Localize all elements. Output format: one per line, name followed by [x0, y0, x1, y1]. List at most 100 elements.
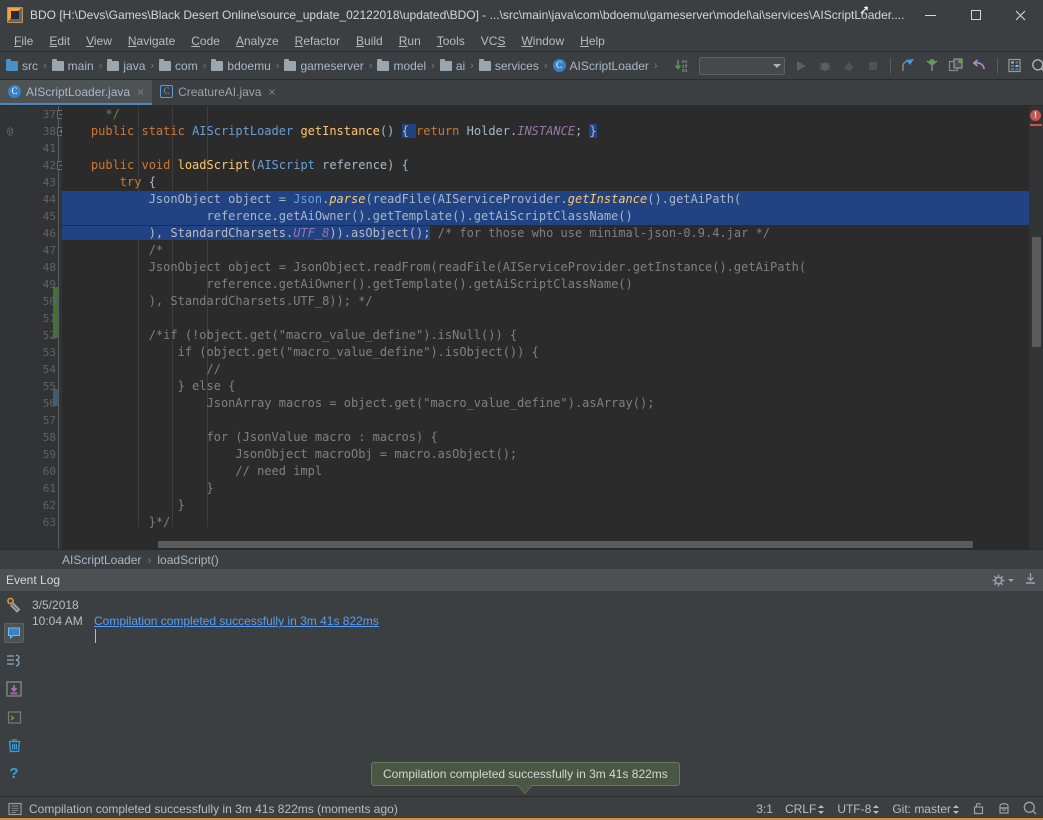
gutter-line-45[interactable]: 45 [0, 208, 62, 225]
code-line-51[interactable] [62, 310, 1029, 327]
menu-item-analyze[interactable]: Analyze [228, 31, 287, 51]
breadcrumb-item-bdoemu[interactable]: bdoemu [211, 58, 271, 73]
editor-tab-aiscriptloader-java[interactable]: C AIScriptLoader.java × [0, 80, 153, 105]
gutter-line-62[interactable]: 62 [0, 497, 62, 514]
commit-changes-icon[interactable] [921, 55, 943, 77]
menu-item-edit[interactable]: Edit [41, 31, 78, 51]
breadcrumb-item-aiscriptloader[interactable]: C AIScriptLoader [552, 59, 649, 73]
error-stripe-line[interactable] [1030, 124, 1042, 126]
code-line-53[interactable]: if (object.get("macro_value_define").isO… [62, 344, 1029, 361]
code-line-49[interactable]: reference.getAiOwner().getTemplate().get… [62, 276, 1029, 293]
code-line-62[interactable]: } [62, 497, 1029, 514]
maximize-button[interactable] [953, 0, 998, 30]
stop-icon[interactable] [862, 55, 884, 77]
memory-indicator-icon[interactable] [8, 802, 22, 816]
gutter-line-43[interactable]: 43 [0, 174, 62, 191]
notification-balloon[interactable]: Compilation completed successfully in 3m… [371, 762, 680, 794]
git-branch-widget[interactable]: Git: master [892, 802, 960, 816]
gutter-line-58[interactable]: 58 [0, 429, 62, 446]
editor-gutter[interactable]: 37−38@+4142−4344454647484950515253545556… [0, 106, 66, 549]
log-message-link[interactable]: Compilation completed successfully in 3m… [94, 613, 379, 629]
menu-item-build[interactable]: Build [348, 31, 391, 51]
minimize-button[interactable] [908, 0, 953, 30]
breadcrumb-item-src[interactable]: src [6, 58, 38, 73]
gutter-line-42[interactable]: 42− [0, 157, 66, 174]
code-line-50[interactable]: ), StandardCharsets.UTF_8)); */ [62, 293, 1029, 310]
gutter-line-55[interactable]: 55 [0, 378, 62, 395]
gutter-line-48[interactable]: 48 [0, 259, 62, 276]
gutter-line-52[interactable]: 52 [0, 327, 62, 344]
gutter-line-51[interactable]: 51 [0, 310, 62, 327]
search-icon[interactable] [1023, 801, 1037, 818]
file-encoding[interactable]: UTF-8 [837, 802, 880, 816]
unlock-icon[interactable] [972, 801, 985, 818]
gear-icon[interactable] [992, 574, 1014, 587]
breadcrumb-class[interactable]: AIScriptLoader [62, 553, 141, 567]
menu-item-refactor[interactable]: Refactor [287, 31, 348, 51]
revert-icon[interactable] [969, 55, 991, 77]
error-stripe-icon[interactable]: ! [1030, 110, 1041, 121]
menu-item-run[interactable]: Run [391, 31, 429, 51]
gutter-line-60[interactable]: 60 [0, 463, 62, 480]
run-configurations-combo[interactable] [698, 56, 785, 75]
close-icon[interactable]: × [137, 85, 144, 99]
code-line-63[interactable]: }*/ [62, 514, 1029, 531]
gutter-line-56[interactable]: 56 [0, 395, 62, 412]
horizontal-scroll-thumb[interactable] [158, 541, 973, 548]
menu-item-file[interactable]: File [6, 31, 41, 51]
editor-horizontal-scrollbar[interactable] [124, 539, 1015, 549]
code-line-61[interactable]: } [62, 480, 1029, 497]
breadcrumb-item-ai[interactable]: ai [439, 58, 465, 73]
breadcrumb-item-gameserver[interactable]: gameserver [284, 58, 364, 73]
gutter-line-53[interactable]: 53 [0, 344, 62, 361]
terminal-icon[interactable] [4, 707, 24, 727]
search-everywhere-icon[interactable] [1028, 55, 1043, 77]
gutter-line-37[interactable]: 37− [0, 106, 66, 123]
code-line-43[interactable]: try { [62, 174, 1029, 191]
gutter-line-46[interactable]: 46 [0, 225, 62, 242]
close-button[interactable] [998, 0, 1043, 30]
sync-download-icon[interactable]: 01 10 01 [672, 55, 694, 77]
todo-icon[interactable] [4, 651, 24, 671]
debug-icon[interactable] [814, 55, 836, 77]
gutter-line-50[interactable]: 50 [0, 293, 62, 310]
update-project-icon[interactable] [897, 55, 919, 77]
gutter-line-61[interactable]: 61 [0, 480, 62, 497]
gutter-line-59[interactable]: 59 [0, 446, 62, 463]
menu-item-window[interactable]: Window [513, 31, 572, 51]
trash-icon[interactable] [4, 735, 24, 755]
code-line-57[interactable] [62, 412, 1029, 429]
hector-icon[interactable] [997, 801, 1011, 818]
code-line-45[interactable]: reference.getAiOwner().getTemplate().get… [62, 208, 1029, 225]
code-line-58[interactable]: for (JsonValue macro : macros) { [62, 429, 1029, 446]
code-line-55[interactable]: } else { [62, 378, 1029, 395]
gutter-line-47[interactable]: 47 [0, 242, 62, 259]
close-icon[interactable]: × [268, 85, 275, 99]
code-line-59[interactable]: JsonObject macroObj = macro.asObject(); [62, 446, 1029, 463]
editor-vertical-scrollbar[interactable] [1032, 237, 1041, 347]
menu-item-tools[interactable]: Tools [429, 31, 473, 51]
override-annotation-icon[interactable]: @ [4, 123, 16, 140]
code-line-46[interactable]: ), StandardCharsets.UTF_8)).asObject(); … [62, 225, 1029, 242]
run-icon[interactable] [790, 55, 812, 77]
gutter-line-63[interactable]: 63 [0, 514, 62, 531]
code-line-54[interactable]: // [62, 361, 1029, 378]
breadcrumb-item-java[interactable]: java [107, 58, 145, 73]
coverage-icon[interactable] [838, 55, 860, 77]
help-icon[interactable]: ? [4, 763, 24, 783]
breadcrumb-item-main[interactable]: main [51, 58, 94, 73]
error-stripe-column[interactable]: ! [1029, 106, 1043, 549]
code-line-56[interactable]: JsonArray macros = object.get("macro_val… [62, 395, 1029, 412]
code-line-44[interactable]: JsonObject object = Json.parse(readFile(… [62, 191, 1029, 208]
settings-icon[interactable] [1004, 55, 1026, 77]
code-line-37[interactable]: */ [62, 106, 1029, 123]
gutter-line-57[interactable]: 57 [0, 412, 62, 429]
menu-item-view[interactable]: View [78, 31, 120, 51]
code-line-52[interactable]: /*if (!object.get("macro_value_define").… [62, 327, 1029, 344]
editor-tab-creatureai-java[interactable]: C CreatureAI.java × [152, 80, 284, 105]
breadcrumb-item-services[interactable]: services [478, 58, 539, 73]
code-line-60[interactable]: // need impl [62, 463, 1029, 480]
code-line-48[interactable]: JsonObject object = JsonObject.readFrom(… [62, 259, 1029, 276]
chevron-down-icon[interactable] [1008, 578, 1014, 582]
code-line-47[interactable]: /* [62, 242, 1029, 259]
